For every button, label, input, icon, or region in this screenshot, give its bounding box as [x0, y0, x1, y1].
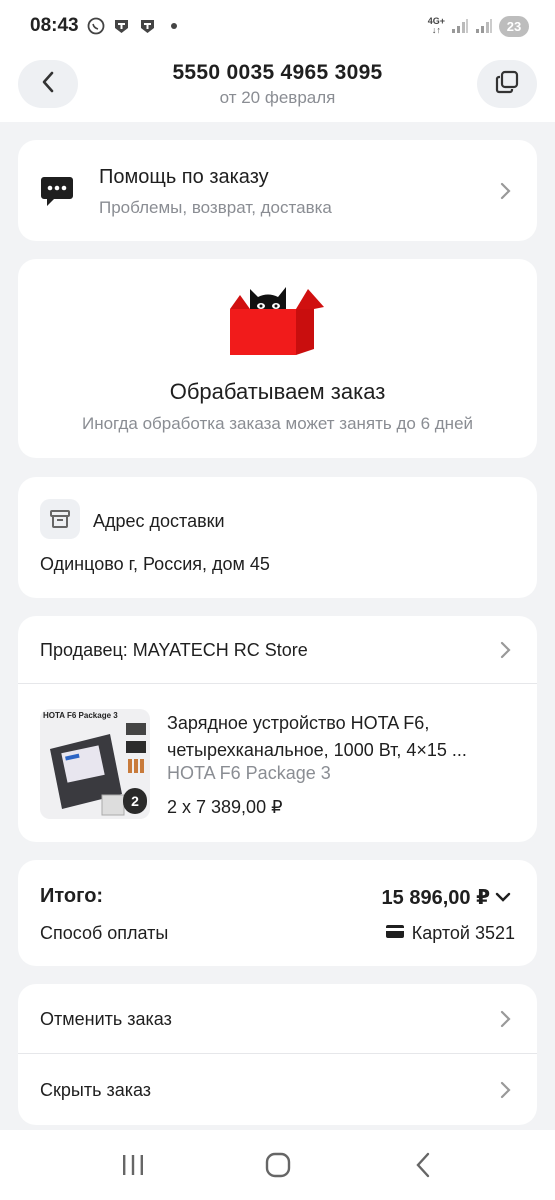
notification-dot-icon [165, 17, 183, 35]
product-variant: HOTA F6 Package 3 [167, 763, 331, 783]
chevron-down-icon [495, 886, 511, 909]
quantity-badge: 2 [123, 788, 147, 814]
address-value: Одинцово г, Россия, дом 45 [40, 554, 270, 574]
total-value[interactable]: 15 896,00 ₽ [382, 885, 511, 910]
status-subtitle: Иногда обработка заказа может занять до … [81, 414, 474, 433]
system-back-button[interactable] [393, 1145, 453, 1185]
help-title: Помощь по заказу [99, 166, 269, 188]
payment-label: Способ оплаты [40, 923, 169, 943]
system-nav-bar [0, 1130, 555, 1200]
chat-bubble-icon [40, 174, 74, 213]
whatsapp-icon [87, 17, 105, 35]
network-type: 4G+ [427, 16, 445, 26]
help-subtitle: Проблемы, возврат, доставка [99, 198, 332, 217]
credit-card-icon [385, 923, 405, 944]
status-right: 4G+ ↓↑ 23 [427, 15, 529, 37]
hide-order-button[interactable]: Скрыть заказ [18, 1055, 537, 1125]
status-time: 08:43 [30, 15, 79, 36]
product-name[interactable]: Зарядное устройство HOTA F6, четырехкана… [167, 710, 519, 764]
battery-indicator: 23 [499, 15, 529, 37]
total-label: Итого: [40, 885, 104, 907]
network-indicator: 4G+ ↓↑ [427, 16, 445, 35]
status-title: Обрабатываем заказ [169, 379, 386, 404]
order-header: 5550 0035 4965 3095 от 20 февраля [0, 52, 555, 122]
payment-method: Картой 3521 [411, 923, 515, 943]
cancel-order-button[interactable]: Отменить заказ [18, 984, 537, 1054]
order-number: 5550 0035 4965 3095 [172, 61, 383, 84]
delivery-address-card: Адрес доставки Одинцово г, Россия, дом 4… [18, 477, 537, 598]
address-title: Адрес доставки [93, 511, 225, 531]
home-button[interactable] [248, 1145, 308, 1185]
archive-box-icon [40, 499, 80, 539]
actions-card: Отменить заказ Скрыть заказ [18, 984, 537, 1125]
seller-row[interactable]: Продавец: MAYATECH RC Store [18, 616, 537, 684]
cancel-order-label: Отменить заказ [40, 1009, 172, 1029]
recent-apps-button[interactable] [103, 1145, 163, 1185]
copy-icon [495, 70, 519, 99]
status-bar: 08:43 4G+ ↓↑ 23 [0, 0, 555, 52]
payment-value: Картой 3521 [385, 923, 515, 944]
chevron-right-icon [499, 1010, 511, 1028]
help-card[interactable]: Помощь по заказу Проблемы, возврат, дост… [18, 140, 537, 241]
bank-app-icon [113, 17, 131, 35]
product-image[interactable]: HOTA F6 Package 3 2 [40, 709, 150, 819]
total-card: Итого: 15 896,00 ₽ Способ оплаты Картой … [18, 860, 537, 966]
product-price: 2 x 7 389,00 ₽ [167, 797, 283, 817]
copy-button[interactable] [477, 60, 537, 108]
cat-box-illustration [228, 279, 328, 364]
bank-app-icon-2 [139, 17, 157, 35]
hide-order-label: Скрыть заказ [40, 1080, 152, 1100]
chevron-right-icon [499, 182, 511, 200]
order-date: от 20 февраля [219, 88, 336, 107]
chevron-right-icon [499, 1081, 511, 1099]
signal-icon-2 [475, 17, 493, 35]
total-amount: 15 896,00 ₽ [381, 887, 490, 909]
chevron-right-icon [499, 641, 511, 659]
order-status-card: Обрабатываем заказ Иногда обработка зака… [18, 259, 537, 458]
seller-name: Продавец: MAYATECH RC Store [40, 640, 308, 660]
seller-card: Продавец: MAYATECH RC Store HOTA F6 Pack… [18, 616, 537, 842]
status-left: 08:43 [30, 15, 183, 37]
signal-icon [451, 17, 469, 35]
